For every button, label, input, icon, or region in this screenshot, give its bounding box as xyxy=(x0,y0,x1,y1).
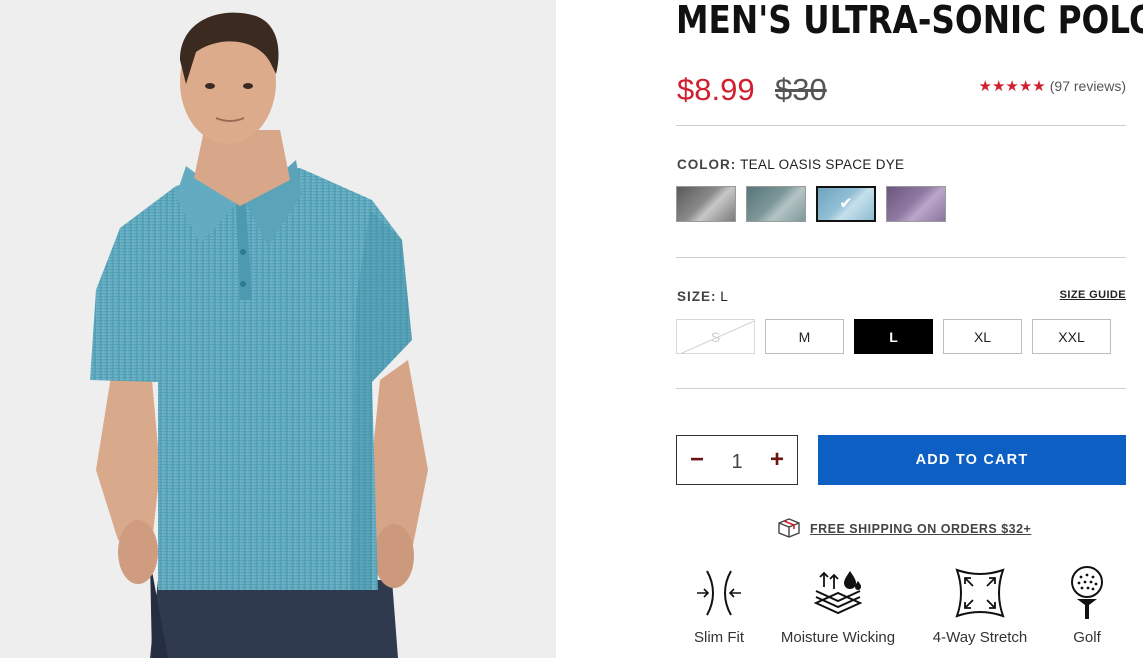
feature-label: Slim Fit xyxy=(694,629,744,646)
add-to-cart-button[interactable]: ADD TO CART xyxy=(818,435,1126,485)
product-title: MEN'S ULTRA-SONIC POLO xyxy=(676,0,1143,42)
size-options: S M L XL XXL xyxy=(676,319,1111,354)
product-rating[interactable]: ★★★★★ (97 reviews) xyxy=(979,77,1127,95)
divider xyxy=(676,388,1126,389)
selected-size: L xyxy=(720,289,728,304)
feature-label: 4-Way Stretch xyxy=(932,629,1028,646)
feature-label: Golf xyxy=(1073,629,1101,646)
golf-icon xyxy=(1067,565,1107,621)
size-label-title: SIZE: xyxy=(677,289,717,304)
color-swatches: ✔ xyxy=(676,186,946,222)
color-label-title: COLOR: xyxy=(677,157,737,172)
size-option-xl[interactable]: XL xyxy=(943,319,1022,354)
feature-label: Moisture Wicking xyxy=(780,629,896,646)
feature-moisture-wicking: Moisture Wicking xyxy=(774,565,902,646)
size-option-s[interactable]: S xyxy=(676,319,755,354)
divider xyxy=(676,257,1126,258)
increase-quantity-button[interactable]: + xyxy=(767,448,787,472)
free-shipping-link[interactable]: FREE SHIPPING ON ORDERS $32+ xyxy=(810,522,1031,536)
quantity-input[interactable]: 1 xyxy=(731,451,742,474)
package-icon xyxy=(776,516,802,541)
rating-stars-icon: ★★★★★ xyxy=(978,78,1046,95)
size-option-l[interactable]: L xyxy=(854,319,933,354)
feature-slim-fit: Slim Fit xyxy=(690,565,748,646)
review-count-link[interactable]: (97 reviews) xyxy=(1050,78,1126,94)
original-price: $30 xyxy=(775,72,827,107)
sale-price: $8.99 xyxy=(677,72,755,107)
swatch-purple[interactable] xyxy=(886,186,946,222)
checkmark-icon: ✔ xyxy=(839,195,853,213)
selected-color-name: TEAL OASIS SPACE DYE xyxy=(740,157,905,172)
feature-golf: Golf xyxy=(1062,565,1112,646)
four-way-stretch-icon xyxy=(953,565,1007,621)
swatch-slate[interactable] xyxy=(746,186,806,222)
swatch-charcoal[interactable] xyxy=(676,186,736,222)
slim-fit-icon xyxy=(693,565,745,621)
size-guide-link[interactable]: SIZE GUIDE xyxy=(1060,289,1126,301)
free-shipping-banner[interactable]: FREE SHIPPING ON ORDERS $32+ xyxy=(776,516,1031,541)
moisture-wicking-icon xyxy=(810,565,866,621)
swatch-teal-oasis[interactable]: ✔ xyxy=(816,186,876,222)
feature-4-way-stretch: 4-Way Stretch xyxy=(926,565,1034,646)
divider xyxy=(676,125,1126,126)
size-option-xxl[interactable]: XXL xyxy=(1032,319,1111,354)
model-photo xyxy=(0,0,556,658)
size-label: SIZE: L xyxy=(677,289,728,304)
quantity-stepper: − 1 + xyxy=(676,435,798,485)
decrease-quantity-button[interactable]: − xyxy=(687,448,707,472)
color-label: COLOR: TEAL OASIS SPACE DYE xyxy=(677,157,904,172)
size-option-m[interactable]: M xyxy=(765,319,844,354)
product-image xyxy=(0,0,556,658)
